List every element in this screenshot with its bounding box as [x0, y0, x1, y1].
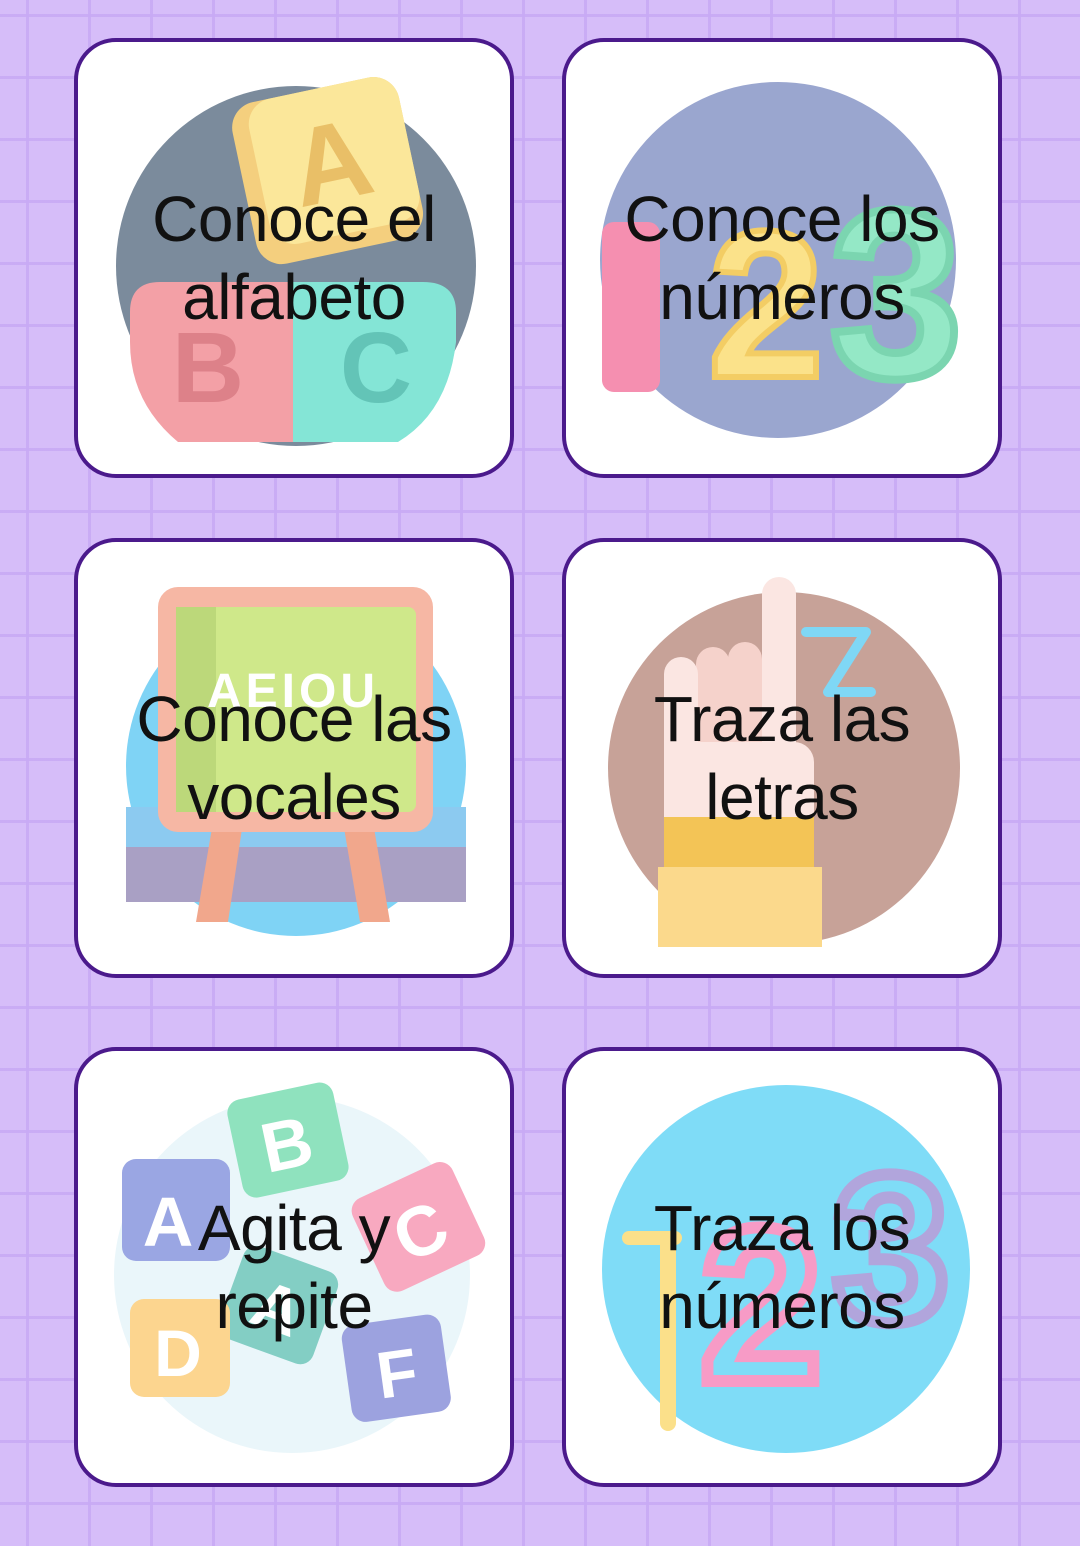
card-label: Traza las letras	[653, 683, 911, 833]
card-label: Conoce las vocales	[136, 683, 452, 833]
card-conoce-alfabeto[interactable]: A B C Conoce el alfabeto	[74, 38, 514, 478]
card-label: Conoce el alfabeto	[152, 183, 436, 333]
card-traza-numeros[interactable]: 2 3 Traza los números	[562, 1047, 1002, 1487]
card-traza-letras[interactable]: Traza las letras	[562, 538, 1002, 978]
card-conoce-numeros[interactable]: 2 3 Conoce los números	[562, 38, 1002, 478]
card-label: Agita y repite	[197, 1192, 391, 1342]
card-agita-repite[interactable]: A B C A D F Agita y repite	[74, 1047, 514, 1487]
card-label: Traza los números	[653, 1192, 911, 1342]
card-conoce-vocales[interactable]: AEIOU Conoce las vocales	[74, 538, 514, 978]
card-label: Conoce los números	[624, 183, 940, 333]
